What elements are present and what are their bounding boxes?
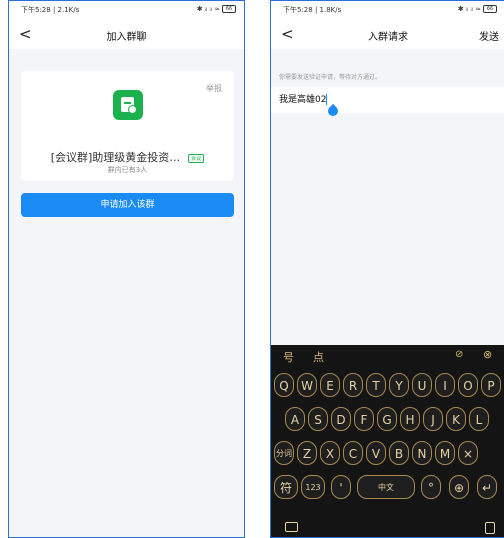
join-request-screen: 下午5:28 | 1.8K/s ✱ ᵢₗ ᵢₗ ≈66 < 入群请求 发送 你需… (270, 0, 504, 538)
key-item[interactable]: D (331, 407, 351, 431)
keyboard-bottom-bar (271, 519, 504, 537)
key-item[interactable]: Q (274, 373, 294, 397)
key-item[interactable]: P (481, 373, 501, 397)
key-item[interactable]: 分词 (274, 441, 294, 465)
keyboard: 号 点 ⊘ ⊗ Q W E R T Y U I O P A S D F G H J K L 分词 Z X C V B N M × 符 12… (271, 345, 504, 537)
group-name-text: [会议群]助理级黄金投资… (50, 151, 181, 164)
key-item[interactable]: Y (389, 373, 409, 397)
member-count: 群内已有3人 (107, 166, 148, 174)
key-item[interactable]: X (320, 441, 340, 465)
key-item[interactable]: R (343, 373, 363, 397)
key-item[interactable]: ↵ (477, 475, 497, 499)
key-item[interactable]: ' (331, 475, 351, 499)
key-item[interactable]: H (400, 407, 420, 431)
battery-icon: 66 (483, 5, 497, 13)
send-button[interactable]: 发送 (479, 28, 499, 43)
key-item[interactable]: C (343, 441, 363, 465)
key-item[interactable]: T (366, 373, 386, 397)
status-time: 下午5:28 | 1.8K/s (283, 6, 342, 14)
key-item[interactable]: G (377, 407, 397, 431)
page-title: 入群请求 (368, 32, 408, 43)
key-item[interactable]: U (412, 373, 432, 397)
status-bar: 下午5:28 | 2.1K/s ✱ ᵢₗ ᵢₗ ≈66 (9, 1, 244, 19)
key-item[interactable]: S (308, 407, 328, 431)
group-card: 举报 [会议群]助理级黄金投资… 会议 群内已有3人 (21, 71, 234, 181)
key-item[interactable]: 123 (301, 475, 325, 499)
join-group-button[interactable]: 申请加入该群 (21, 193, 234, 217)
key-item[interactable]: A (285, 407, 305, 431)
key-item[interactable]: ⊕ (449, 475, 469, 499)
key-item[interactable]: W (297, 373, 317, 397)
key-item[interactable]: 符 (274, 475, 298, 499)
key-item[interactable]: M (435, 441, 455, 465)
nav-bar: < 加入群聊 (9, 19, 244, 49)
link-icon[interactable]: ⊘ (455, 349, 463, 360)
key-item[interactable]: L (469, 407, 489, 431)
status-signal: ✱ ᵢₗ ᵢₗ ≈66 (197, 5, 236, 13)
key-item[interactable]: F (354, 407, 374, 431)
report-link[interactable]: 举报 (206, 83, 222, 94)
signal-icon: ✱ ᵢₗ ᵢₗ ≈ (196, 5, 220, 13)
key-item[interactable]: × (458, 441, 478, 465)
group-avatar-icon (113, 90, 143, 120)
request-input-value[interactable]: 我是高雄02 (279, 92, 328, 105)
key-item[interactable]: K (446, 407, 466, 431)
key-item[interactable]: Z (297, 441, 317, 465)
key-item[interactable]: V (366, 441, 386, 465)
status-bar: 下午5:28 | 1.8K/s ✱ ᵢₗ ᵢₗ ≈66 (271, 1, 504, 19)
page-title: 加入群聊 (106, 32, 147, 43)
nav-bar: < 入群请求 发送 (271, 19, 504, 49)
key-item[interactable]: ° (421, 475, 441, 499)
request-input[interactable]: 我是高雄02 (271, 87, 504, 119)
key-item[interactable]: O (458, 373, 478, 397)
clipboard-icon[interactable] (485, 522, 495, 534)
candidate-bar: 号 点 ⊘ ⊗ (271, 345, 504, 367)
key-item[interactable]: J (423, 407, 443, 431)
close-icon[interactable]: ⊗ (483, 348, 492, 361)
candidate-item[interactable]: 点 (313, 349, 324, 365)
key-space[interactable]: 中文 (357, 475, 415, 499)
key-item[interactable]: I (435, 373, 455, 397)
join-group-screen: 下午5:28 | 2.1K/s ✱ ᵢₗ ᵢₗ ≈66 < 加入群聊 举报 [会… (8, 0, 245, 538)
key-item[interactable]: B (389, 441, 409, 465)
key-item[interactable]: N (412, 441, 432, 465)
group-name: [会议群]助理级黄金投资… 会议 (21, 149, 234, 165)
battery-icon: 66 (222, 5, 236, 13)
cursor-handle[interactable] (325, 103, 341, 119)
key-item[interactable]: E (320, 373, 340, 397)
status-time: 下午5:28 | 2.1K/s (21, 6, 80, 14)
candidate-item[interactable]: 号 (283, 349, 294, 365)
signal-icon: ✱ ᵢₗ ᵢₗ ≈ (457, 5, 481, 13)
text-caret (326, 94, 328, 105)
request-hint: 你需要发送验证申请，等待对方通过。 (279, 74, 382, 81)
status-signal: ✱ ᵢₗ ᵢₗ ≈66 (458, 5, 497, 13)
meeting-tag-badge: 会议 (188, 153, 205, 163)
keyboard-icon[interactable] (285, 522, 298, 532)
